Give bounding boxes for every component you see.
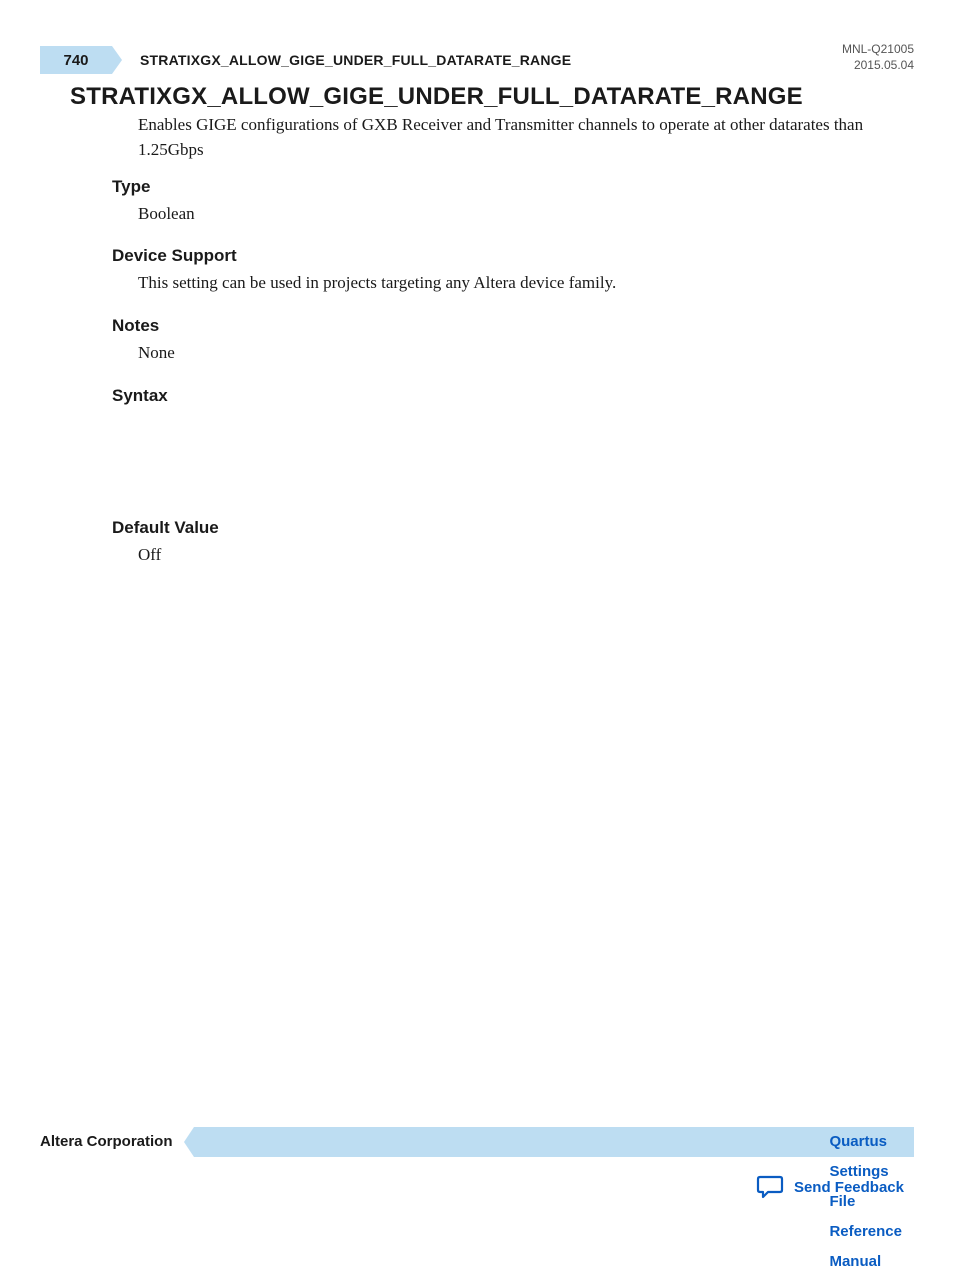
page-description: Enables GIGE configurations of GXB Recei… — [138, 113, 894, 162]
footer-company: Altera Corporation — [40, 1127, 173, 1157]
section-heading-syntax: Syntax — [112, 386, 168, 406]
page-number-text: 740 — [63, 52, 88, 69]
section-body-type: Boolean — [138, 204, 195, 224]
page-footer: Altera Corporation Quartus Settings File… — [40, 1127, 914, 1157]
section-body-notes: None — [138, 343, 175, 363]
footer-manual-link[interactable]: Quartus Settings File Reference Manual — [829, 1127, 902, 1157]
footer-manual-bg — [194, 1127, 914, 1157]
doc-date: 2015.05.04 — [842, 58, 914, 74]
section-heading-notes: Notes — [112, 316, 159, 336]
section-body-device-support: This setting can be used in projects tar… — [138, 273, 616, 293]
send-feedback-link[interactable]: Send Feedback — [756, 1175, 904, 1199]
section-body-default-value: Off — [138, 545, 161, 565]
page-header: 740 STRATIXGX_ALLOW_GIGE_UNDER_FULL_DATA… — [40, 46, 914, 74]
page-number: 740 — [40, 46, 112, 74]
section-heading-device-support: Device Support — [112, 246, 237, 266]
header-meta: MNL-Q21005 2015.05.04 — [842, 42, 914, 73]
speech-bubble-icon — [756, 1175, 784, 1199]
document-page: 740 STRATIXGX_ALLOW_GIGE_UNDER_FULL_DATA… — [0, 0, 954, 1235]
doc-id: MNL-Q21005 — [842, 42, 914, 58]
section-heading-default-value: Default Value — [112, 518, 219, 538]
section-heading-type: Type — [112, 177, 150, 197]
running-title: STRATIXGX_ALLOW_GIGE_UNDER_FULL_DATARATE… — [140, 46, 571, 74]
send-feedback-label: Send Feedback — [794, 1179, 904, 1196]
page-title: STRATIXGX_ALLOW_GIGE_UNDER_FULL_DATARATE… — [70, 83, 803, 111]
